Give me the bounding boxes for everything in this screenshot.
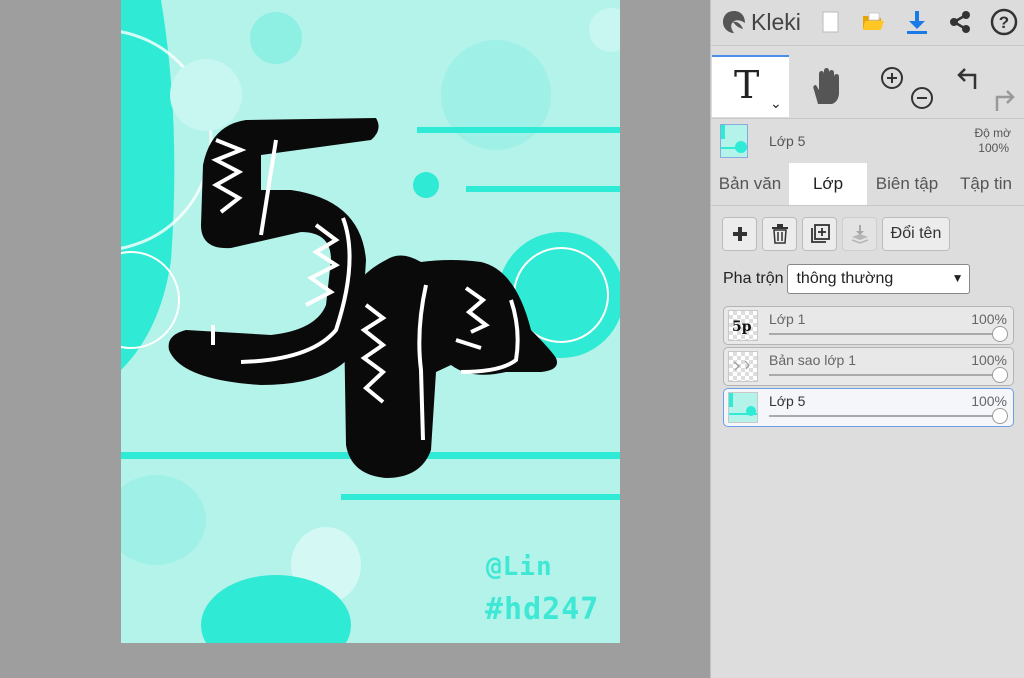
drawing-canvas[interactable]: @Lin #hd247 [121,0,620,643]
tab-file[interactable]: Tập tin [947,163,1024,205]
side-panel: Kleki ? T ⌄ Lớp 5 Độ mờ 100% Bản văn Lớp… [710,0,1024,678]
delete-layer-button[interactable] [762,217,797,251]
current-layer-name: Lớp 5 [769,133,806,149]
layer-opacity-slider[interactable] [769,374,1005,376]
new-file-icon [822,11,839,33]
canvas-signature-tag: #hd247 [485,592,600,627]
layer-item[interactable]: Lớp 5 100% [723,388,1014,427]
kleki-logo-icon [723,11,745,33]
blend-mode-label: Pha trộn [723,270,784,287]
panel-tabs: Bản văn Lớp Biên tập Tập tin [711,163,1024,206]
undo-redo-controls [953,55,1019,117]
opacity-label: Độ mờ [974,126,1011,140]
layer-thumbnail [728,392,758,423]
tab-edit[interactable]: Biên tập [867,163,947,205]
layer-item[interactable]: 5p Lớp 1 100% [723,306,1014,345]
download-button[interactable] [901,6,933,38]
open-folder-icon [863,12,884,30]
layer-thumbnail: 5p [728,310,758,341]
zoom-out-icon [911,87,933,109]
layer-opacity-handle[interactable] [992,326,1008,342]
layer-item[interactable]: Bản sao lớp 1 100% [723,347,1014,386]
duplicate-icon [810,224,830,243]
blend-mode-select[interactable]: thông thường ▼ [787,264,971,294]
top-bar: Kleki ? [711,0,1024,46]
canvas-workspace[interactable]: @Lin #hd247 [0,0,710,678]
layer-name: Bản sao lớp 1 [769,352,857,368]
canvas-artwork [121,0,620,643]
layer-opacity: 100% [971,311,1007,327]
canvas-signature-name: @Lin [486,552,553,582]
layer-list: 5p Lớp 1 100% Bản sao lớp 1 100% Lớp 5 1… [723,306,1014,429]
layer-opacity-slider[interactable] [769,415,1005,417]
current-layer-header: Lớp 5 Độ mờ 100% [711,118,1024,163]
plus-icon [732,227,747,241]
add-layer-button[interactable] [722,217,757,251]
share-icon [950,11,970,33]
help-button[interactable]: ? [988,6,1020,38]
tab-text[interactable]: Bản văn [711,163,789,205]
hand-icon [813,68,839,104]
hand-tool-button[interactable] [801,55,851,117]
layer-thumbnail [728,351,758,382]
layer-opacity: 100% [971,393,1007,409]
merge-down-button[interactable] [842,217,877,251]
redo-icon [995,90,1015,111]
layer-opacity-handle[interactable] [992,408,1008,424]
text-tool-icon: T [734,63,760,107]
new-file-button[interactable] [815,6,847,38]
layer-name: Lớp 5 [769,393,806,409]
layer-name: Lớp 1 [769,311,806,327]
app-name: Kleki [751,8,801,35]
layer-opacity-handle[interactable] [992,367,1008,383]
current-layer-thumbnail [720,124,748,158]
rename-layer-button[interactable]: Đổi tên [882,217,950,251]
share-button[interactable] [944,6,976,38]
open-file-button[interactable] [857,6,889,38]
chevron-down-icon: ▼ [951,271,964,285]
download-icon [907,11,927,34]
chevron-down-icon[interactable]: ⌄ [770,95,782,112]
text-tool-button[interactable]: T ⌄ [712,55,789,117]
zoom-in-icon [881,67,903,89]
layer-opacity-slider[interactable] [769,333,1005,335]
blend-mode-value: thông thường [796,270,894,287]
undo-icon [957,68,977,89]
layer-opacity: 100% [971,352,1007,368]
duplicate-layer-button[interactable] [802,217,837,251]
tab-layers[interactable]: Lớp [789,163,867,205]
tool-row: T ⌄ [711,55,1024,117]
layer-actions: Đổi tên [722,217,950,253]
svg-text:5p: 5p [732,319,752,335]
svg-text:?: ? [999,13,1009,32]
blend-mode-row: Pha trộn thông thường ▼ [723,264,971,294]
opacity-value: 100% [978,141,1009,155]
trash-icon [771,224,788,244]
help-icon: ? [990,8,1018,36]
zoom-controls [876,55,936,117]
merge-down-icon [851,225,868,244]
app-logo[interactable]: Kleki [721,8,801,36]
